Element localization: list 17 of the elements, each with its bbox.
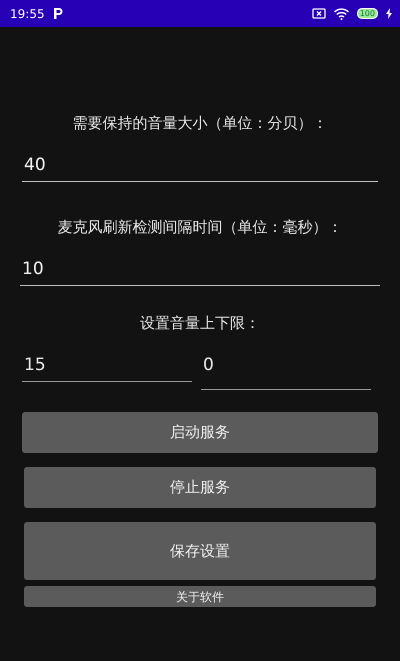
parking-icon	[52, 7, 63, 20]
action-button[interactable]: 关于软件	[24, 586, 376, 607]
field-label: 麦克风刷新检测间隔时间（单位：毫秒）：	[56, 218, 344, 237]
field-label: 需要保持的音量大小（单位：分贝）：	[72, 114, 328, 133]
charging-icon	[386, 8, 392, 19]
action-button[interactable]: 停止服务	[24, 467, 376, 508]
input-field[interactable]: 40	[22, 155, 378, 182]
action-button[interactable]: 启动服务	[22, 412, 378, 453]
input-field[interactable]: 0	[201, 355, 371, 390]
battery-level: 100	[356, 8, 378, 19]
action-button[interactable]: 保存设置	[24, 522, 376, 580]
input-field[interactable]: 15	[22, 355, 192, 382]
input-field[interactable]: 10	[20, 259, 380, 286]
sim-icon	[312, 8, 326, 19]
clock: 19:55	[10, 6, 45, 20]
wifi-icon	[334, 8, 349, 20]
field-label: 设置音量上下限：	[139, 314, 261, 333]
